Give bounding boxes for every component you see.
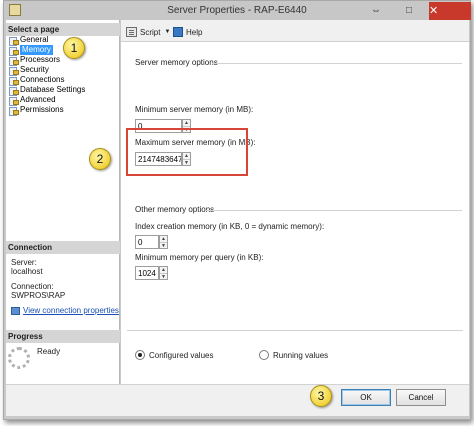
- server-value: localhost: [11, 267, 43, 276]
- page-item-security[interactable]: Security: [9, 65, 49, 76]
- page-item-general[interactable]: General: [9, 35, 49, 46]
- chevron-down-icon[interactable]: ▼: [164, 29, 170, 35]
- page-label: Permissions: [20, 105, 64, 114]
- page-item-database-settings[interactable]: Database Settings: [9, 85, 86, 96]
- script-label: Script: [140, 27, 161, 37]
- title-bar[interactable]: Server Properties - RAP-E6440 ⇔ □ ✕: [4, 1, 471, 20]
- running-values-radio[interactable]: Running values: [259, 350, 328, 360]
- page-item-advanced[interactable]: Advanced: [9, 95, 56, 106]
- connection-header: Connection: [6, 241, 120, 254]
- min-memory-label: Minimum server memory (in MB):: [135, 105, 254, 114]
- index-memory-label: Index creation memory (in KB, 0 = dynami…: [135, 222, 325, 231]
- page-label: Connections: [20, 75, 65, 84]
- script-button[interactable]: Script ▼: [126, 27, 170, 37]
- section-divider: [127, 330, 463, 331]
- running-values-label: Running values: [273, 350, 329, 360]
- page-icon: [9, 46, 19, 56]
- page-icon: [9, 56, 19, 66]
- down-arrow-icon[interactable]: ▼: [160, 242, 167, 249]
- callout-1: 1: [63, 37, 85, 59]
- properties-icon: [11, 306, 20, 315]
- help-button[interactable]: Help: [173, 27, 202, 37]
- callout-3: 3: [310, 385, 332, 407]
- ok-button[interactable]: OK: [341, 389, 391, 406]
- progress-status: Ready: [37, 347, 61, 356]
- page-icon: [9, 76, 19, 86]
- page-icon: [9, 66, 19, 76]
- index-memory-input[interactable]: [135, 235, 159, 249]
- window-title: Server Properties - RAP-E6440: [167, 5, 307, 16]
- group-divider: [212, 63, 462, 64]
- help-label: Help: [186, 27, 203, 37]
- query-memory-stepper[interactable]: ▲ ▼: [159, 266, 168, 280]
- server-memory-group-label: Server memory options: [135, 58, 218, 67]
- index-memory-stepper[interactable]: ▲ ▼: [159, 235, 168, 249]
- pin-icon[interactable]: ⇔: [369, 3, 383, 18]
- maximize-icon[interactable]: □: [402, 3, 416, 18]
- other-memory-group-label: Other memory options: [135, 205, 215, 214]
- query-memory-input[interactable]: [135, 266, 159, 280]
- view-connection-properties-label: View connection properties: [23, 306, 119, 315]
- page-item-processors[interactable]: Processors: [9, 55, 61, 66]
- query-memory-label: Minimum memory per query (in KB):: [135, 253, 264, 262]
- page-item-memory[interactable]: Memory: [9, 45, 53, 56]
- page-icon: [9, 86, 19, 96]
- progress-header: Progress: [6, 330, 120, 343]
- connection-value: SWPROS\RAP: [11, 291, 66, 300]
- page-item-connections[interactable]: Connections: [9, 75, 65, 86]
- page-label: Memory: [20, 45, 53, 55]
- configured-values-label: Configured values: [149, 350, 214, 360]
- view-connection-properties-link[interactable]: View connection properties: [11, 306, 119, 315]
- radio-unselected-icon: [259, 350, 269, 360]
- left-pane: Select a page General Memory Processors …: [6, 20, 120, 384]
- help-icon: [173, 27, 183, 37]
- configured-values-radio[interactable]: Configured values: [135, 350, 213, 360]
- page-label: Advanced: [20, 95, 56, 104]
- page-icon: [9, 106, 19, 116]
- close-button[interactable]: ✕: [429, 2, 471, 20]
- page-label: Database Settings: [20, 85, 86, 94]
- callout-2: 2: [89, 148, 111, 170]
- down-arrow-icon[interactable]: ▼: [160, 273, 167, 280]
- radio-selected-icon: [135, 350, 145, 360]
- progress-spinner-icon: [8, 347, 30, 369]
- page-item-permissions[interactable]: Permissions: [9, 105, 64, 116]
- cancel-button[interactable]: Cancel: [396, 389, 446, 406]
- highlight-box: [126, 128, 248, 176]
- group-divider: [206, 210, 462, 211]
- page-label: General: [20, 35, 49, 44]
- script-icon: [126, 27, 137, 37]
- page-label: Processors: [20, 55, 61, 64]
- page-icon: [9, 96, 19, 106]
- page-label: Security: [20, 65, 49, 74]
- page-icon: [9, 36, 19, 46]
